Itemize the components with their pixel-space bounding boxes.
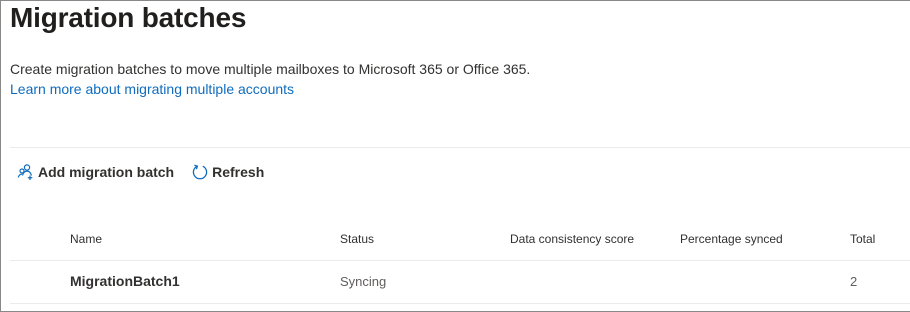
batch-name[interactable]: MigrationBatch1: [70, 273, 180, 289]
column-header-name[interactable]: Name: [70, 232, 102, 246]
toolbar-divider: [10, 147, 910, 148]
row-separator: [10, 303, 910, 304]
learn-more-link[interactable]: Learn more about migrating multiple acco…: [10, 81, 294, 97]
command-bar: Add migration batch Refresh: [16, 160, 280, 184]
refresh-icon: [190, 162, 210, 182]
column-header-status[interactable]: Status: [340, 232, 374, 246]
add-migration-batch-button[interactable]: Add migration batch: [16, 162, 174, 182]
refresh-label: Refresh: [212, 164, 265, 180]
page-title: Migration batches: [10, 2, 247, 33]
add-migration-batch-label: Add migration batch: [38, 164, 175, 180]
column-header-percentage-synced[interactable]: Percentage synced: [680, 232, 783, 246]
column-header-total[interactable]: Total: [850, 232, 875, 246]
batch-total: 2: [850, 274, 858, 289]
refresh-button[interactable]: Refresh: [190, 162, 264, 182]
page-description: Create migration batches to move multipl…: [10, 61, 531, 77]
batch-status: Syncing: [340, 274, 387, 289]
add-people-icon: [16, 162, 36, 182]
column-header-data-consistency-score[interactable]: Data consistency score: [510, 232, 634, 246]
